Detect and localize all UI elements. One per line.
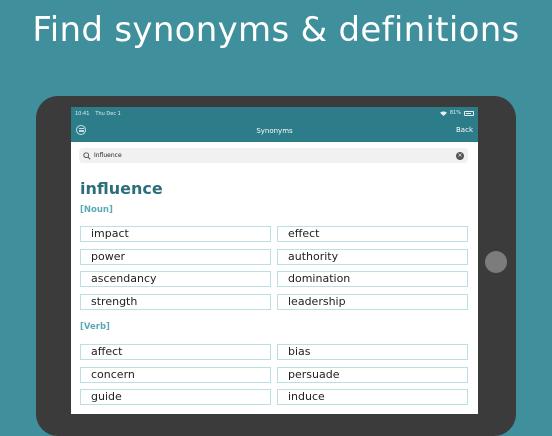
battery-percent: 81% [449, 110, 461, 116]
entry-word: influence [80, 179, 163, 198]
clear-icon[interactable]: × [456, 152, 464, 160]
search-bar: × [79, 148, 468, 163]
synonym-chip[interactable]: guide [80, 389, 271, 405]
wifi-icon [439, 110, 447, 116]
pos-label-verb: [Verb] [80, 322, 110, 332]
menu-circle-icon[interactable] [76, 125, 86, 135]
synonym-chip[interactable]: effect [277, 226, 468, 242]
search-icon [83, 151, 91, 160]
app-screen: 10:41 Thu Dec 1 81% Synonyms Back × infl… [71, 107, 478, 414]
synonym-chip[interactable]: impact [80, 226, 271, 242]
synonym-chip[interactable]: strength [80, 294, 271, 310]
synonym-chip[interactable]: concern [80, 367, 271, 383]
search-input[interactable] [94, 152, 444, 159]
synonym-chip[interactable]: power [80, 249, 271, 265]
status-bar: 10:41 Thu Dec 1 81% [71, 107, 478, 120]
status-date: Thu Dec 1 [95, 110, 121, 117]
status-time: 10:41 [75, 110, 90, 117]
synonym-chip[interactable]: domination [277, 271, 468, 287]
synonym-chip[interactable]: persuade [277, 367, 468, 383]
synonym-chip[interactable]: leadership [277, 294, 468, 310]
nav-bar: Synonyms Back [71, 120, 478, 142]
headline: Find synonyms & definitions [32, 10, 520, 50]
synonym-chip[interactable]: induce [277, 389, 468, 405]
back-button[interactable]: Back [456, 126, 473, 134]
battery-icon [464, 110, 474, 116]
synonym-chip[interactable]: affect [80, 344, 271, 360]
pos-label-noun: [Noun] [80, 205, 113, 215]
nav-title: Synonyms [256, 127, 293, 135]
home-button[interactable] [485, 251, 507, 273]
synonym-chip[interactable]: ascendancy [80, 271, 271, 287]
synonym-chip[interactable]: bias [277, 344, 468, 360]
synonym-chip[interactable]: authority [277, 249, 468, 265]
